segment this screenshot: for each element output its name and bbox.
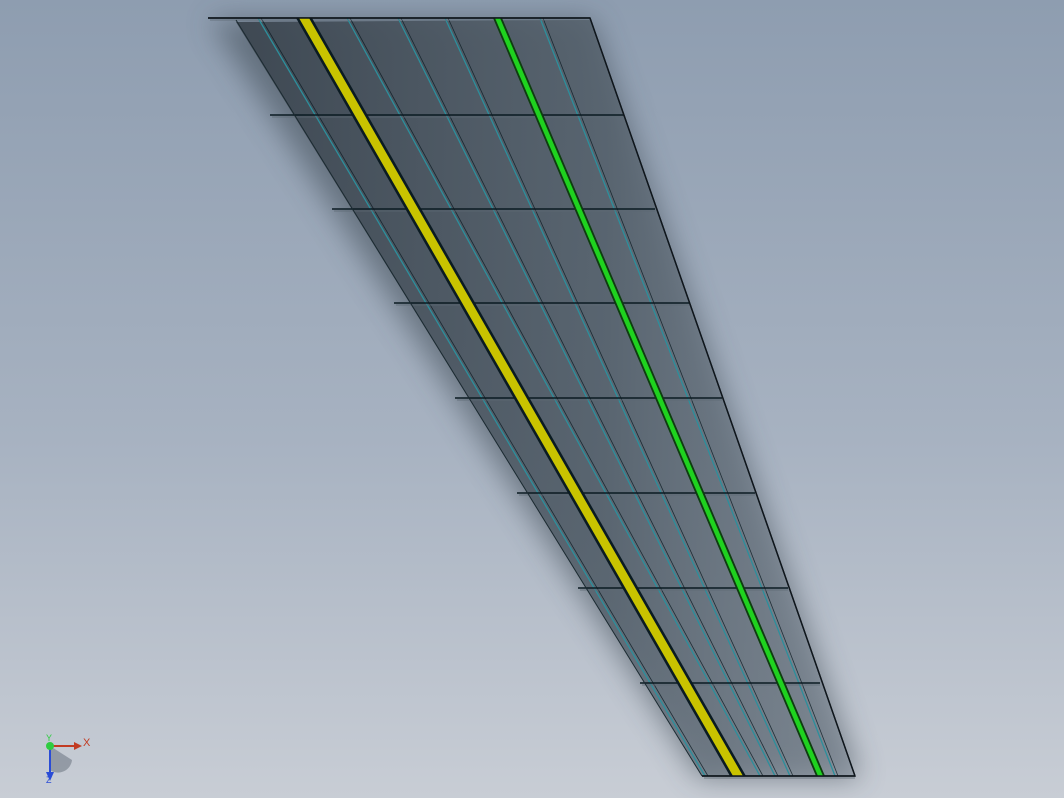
model-view[interactable] [0, 0, 1064, 798]
graphics-viewport[interactable]: X Y Z [0, 0, 1064, 798]
